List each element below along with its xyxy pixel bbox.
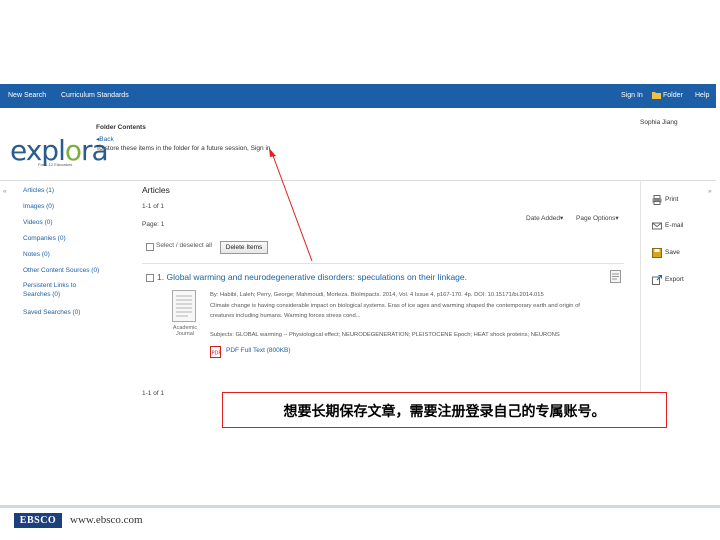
sidebar-item-videos[interactable]: Videos (0) xyxy=(23,218,53,227)
sidebar-item-notes[interactable]: Notes (0) xyxy=(23,250,50,259)
folder-icon[interactable] xyxy=(652,84,661,108)
document-thumbnail-icon[interactable] xyxy=(172,290,196,327)
new-search-link[interactable]: New Search xyxy=(8,84,46,108)
folder-contents-title: Folder Contents xyxy=(96,124,146,131)
result-authors: By: Habibi, Laleh; Perry, George; Mahmou… xyxy=(210,292,544,298)
result-checkbox[interactable] xyxy=(146,274,154,282)
result-number: 1. xyxy=(157,272,165,282)
store-note: To store these items in the folder for a… xyxy=(96,145,271,152)
result-title[interactable]: 1. Global warming and neurodegenerative … xyxy=(157,272,467,282)
curriculum-standards-link[interactable]: Curriculum Standards xyxy=(61,84,129,108)
sign-in-link[interactable]: Sign In xyxy=(621,84,643,108)
divider xyxy=(142,263,624,264)
date-added-dropdown[interactable]: Date Added▾ xyxy=(526,214,563,222)
page-indicator: Page: 1 xyxy=(142,221,165,228)
sidebar-item-saved-searches[interactable]: Saved Searches (0) xyxy=(23,308,80,317)
top-nav-bar: New Search Curriculum Standards Sign In … xyxy=(0,84,716,108)
result-count-bottom: 1-1 of 1 xyxy=(142,390,165,397)
result-subjects: Subjects: GLOBAL warming -- Physiologica… xyxy=(210,332,560,338)
callout-text: 想要长期保存文章，需要注册登录自己的专属账号。 xyxy=(283,403,606,419)
email-icon xyxy=(652,221,662,231)
result-abstract-line2: creatures including humans. Warming forc… xyxy=(210,313,361,319)
folder-link[interactable]: Folder xyxy=(663,84,683,108)
result-abstract-line1: Climate change is having considerable im… xyxy=(210,303,580,309)
sidebar-item-other-content-sources[interactable]: Other Content Sources (0) xyxy=(23,266,99,275)
doc-type-label: Academic Journal xyxy=(172,325,198,337)
footer-url: www.ebsco.com xyxy=(70,514,143,526)
annotation-arrow xyxy=(269,148,313,262)
annotation-callout: 想要长期保存文章，需要注册登录自己的专属账号。 xyxy=(222,392,667,428)
collapse-left-icon[interactable]: « xyxy=(3,188,7,195)
collapse-right-icon[interactable]: » xyxy=(708,188,712,195)
page-options-dropdown[interactable]: Page Options▾ xyxy=(576,214,619,222)
save-icon xyxy=(652,248,662,258)
svg-text:PDF: PDF xyxy=(212,351,222,357)
back-link[interactable]: ◂Back xyxy=(96,135,114,143)
footer-divider xyxy=(0,505,720,508)
export-icon xyxy=(652,275,662,285)
sidebar-item-companies[interactable]: Companies (0) xyxy=(23,234,66,243)
ebsco-logo: EBSCO xyxy=(14,513,62,528)
chevron-down-icon: ▾ xyxy=(615,215,619,222)
user-name: Sophia Jiang xyxy=(640,119,678,126)
sidebar-item-images[interactable]: Images (0) xyxy=(23,202,54,211)
sidebar-item-articles[interactable]: Articles (1) xyxy=(23,186,54,195)
articles-heading: Articles xyxy=(142,185,170,195)
sidebar-item-persistent-links[interactable]: Persistent Links to Searches (0) xyxy=(23,281,93,299)
chevron-down-icon: ▾ xyxy=(559,215,564,222)
logo-tagline: For 1-12 Educators xyxy=(38,162,73,167)
result-count-top: 1-1 of 1 xyxy=(142,203,165,210)
notes-icon[interactable] xyxy=(610,270,621,288)
pdf-full-text-link[interactable]: PDF Full Text (800KB) xyxy=(226,347,291,354)
help-link[interactable]: Help xyxy=(695,84,709,108)
select-all-checkbox[interactable] xyxy=(146,243,154,251)
tools-divider xyxy=(640,180,641,405)
printer-icon xyxy=(652,195,662,205)
select-all-label[interactable]: Select / deselect all xyxy=(156,242,212,249)
pdf-icon[interactable]: PDF xyxy=(210,345,221,363)
